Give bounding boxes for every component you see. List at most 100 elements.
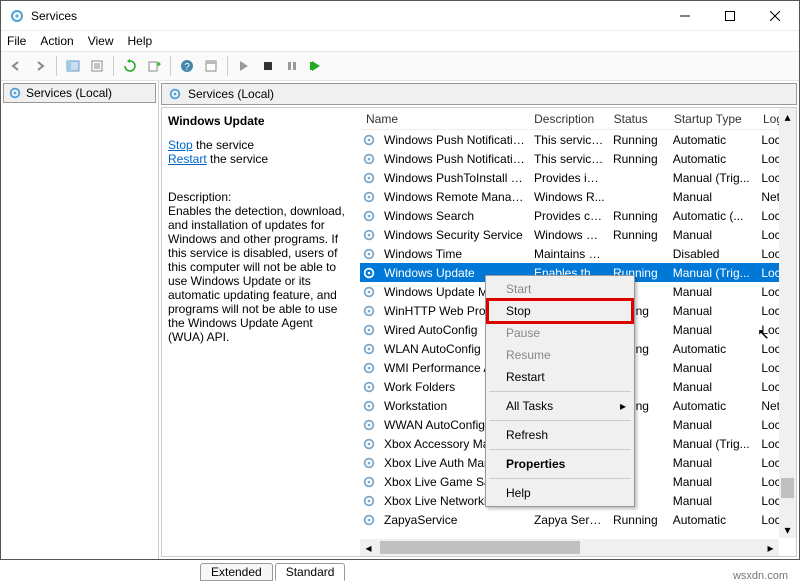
help-button[interactable]: ? [176, 55, 198, 77]
ctx-all-tasks[interactable]: All Tasks▸ [488, 395, 632, 417]
col-startup-type[interactable]: Startup Type [668, 112, 757, 126]
window-title: Services [31, 9, 662, 23]
ctx-help[interactable]: Help [488, 482, 632, 504]
service-gear-icon [362, 171, 376, 185]
cell-name: Windows Remote Manage... [380, 190, 530, 204]
tab-extended[interactable]: Extended [200, 563, 273, 581]
pause-service-button[interactable] [281, 55, 303, 77]
service-gear-icon [362, 399, 376, 413]
scroll-right-icon[interactable]: ▸ [762, 539, 779, 556]
cell-description: Provides inf... [530, 171, 609, 185]
menu-file[interactable]: File [7, 34, 26, 48]
col-name[interactable]: Name [360, 112, 528, 126]
services-icon [8, 86, 22, 100]
service-gear-icon [362, 247, 376, 261]
titlebar: Services [1, 1, 799, 31]
service-row[interactable]: ZapyaServiceZapya ServiceRunningAutomati… [360, 510, 796, 529]
cell-description: Maintains d... [530, 247, 609, 261]
service-row[interactable]: Windows TimeMaintains d...DisabledLoca [360, 244, 796, 263]
service-row[interactable]: Windows SearchProvides co...RunningAutom… [360, 206, 796, 225]
cell-name: Windows Push Notification... [380, 133, 530, 147]
show-hide-tree-button[interactable] [62, 55, 84, 77]
ctx-stop[interactable]: Stop [488, 300, 632, 322]
ctx-restart[interactable]: Restart [488, 366, 632, 388]
cell-description: Provides co... [530, 209, 609, 223]
ctx-refresh[interactable]: Refresh [488, 424, 632, 446]
ctx-pause: Pause [488, 322, 632, 344]
cell-status: Running [609, 513, 669, 527]
description-label: Description: [168, 190, 350, 204]
cell-status: Running [609, 228, 669, 242]
service-gear-icon [362, 361, 376, 375]
toolbar: ? [1, 51, 799, 81]
start-service-button[interactable] [233, 55, 255, 77]
cell-startup: Automatic [669, 133, 758, 147]
cell-startup: Automatic (... [669, 209, 758, 223]
service-row[interactable]: Windows Security ServiceWindows Se...Run… [360, 225, 796, 244]
properties-button[interactable] [200, 55, 222, 77]
stop-service-link[interactable]: Stop [168, 138, 193, 152]
menu-help[interactable]: Help [128, 34, 153, 48]
vscroll-thumb[interactable] [781, 478, 794, 498]
refresh-button[interactable] [119, 55, 141, 77]
service-detail-panel: Windows Update Stop the service Restart … [162, 108, 360, 556]
watermark: wsxdn.com [733, 570, 788, 582]
cell-startup: Manual [669, 323, 758, 337]
services-icon [168, 87, 182, 101]
service-gear-icon [362, 513, 376, 527]
scroll-down-icon[interactable]: ▾ [779, 521, 796, 538]
close-button[interactable] [752, 1, 797, 30]
cell-description: This service ... [530, 152, 609, 166]
context-menu: Start Stop Pause Resume Restart All Task… [485, 275, 635, 507]
cell-startup: Manual (Trig... [669, 437, 758, 451]
menu-view[interactable]: View [88, 34, 114, 48]
cell-startup: Manual (Trig... [669, 266, 758, 280]
col-description[interactable]: Description [528, 112, 607, 126]
forward-button[interactable] [29, 55, 51, 77]
cell-name: ZapyaService [380, 513, 530, 527]
service-row[interactable]: Windows PushToInstall Serv...Provides in… [360, 168, 796, 187]
services-window: Services File Action View Help ? [0, 0, 800, 560]
cell-name: Windows Security Service [380, 228, 530, 242]
view-tabs: Extended Standard [160, 560, 798, 580]
cell-status: Running [609, 133, 669, 147]
export-button[interactable] [143, 55, 165, 77]
service-gear-icon [362, 494, 376, 508]
col-status[interactable]: Status [608, 112, 668, 126]
service-row[interactable]: Windows Remote Manage...Windows R...Manu… [360, 187, 796, 206]
service-gear-icon [362, 437, 376, 451]
horizontal-scrollbar[interactable]: ◂ ▸ [360, 539, 779, 556]
ctx-properties[interactable]: Properties [488, 453, 632, 475]
service-row[interactable]: Windows Push Notification...This service… [360, 130, 796, 149]
cell-startup: Manual [669, 475, 758, 489]
maximize-button[interactable] [707, 1, 752, 30]
minimize-button[interactable] [662, 1, 707, 30]
submenu-arrow-icon: ▸ [620, 399, 626, 413]
restart-service-link[interactable]: Restart [168, 152, 207, 166]
service-gear-icon [362, 475, 376, 489]
service-gear-icon [362, 418, 376, 432]
hscroll-thumb[interactable] [380, 541, 580, 554]
export-list-button[interactable] [86, 55, 108, 77]
vertical-scrollbar[interactable]: ▴ ▾ [779, 108, 796, 538]
menu-action[interactable]: Action [40, 34, 73, 48]
restart-service-button[interactable] [305, 55, 327, 77]
scroll-up-icon[interactable]: ▴ [779, 108, 796, 125]
service-gear-icon [362, 228, 376, 242]
ctx-start: Start [488, 278, 632, 300]
cell-description: Windows R... [530, 190, 609, 204]
console-tree-item-services-local[interactable]: Services (Local) [3, 83, 156, 103]
scroll-left-icon[interactable]: ◂ [360, 539, 377, 556]
cell-startup: Manual [669, 456, 758, 470]
service-gear-icon [362, 456, 376, 470]
tab-standard[interactable]: Standard [275, 563, 346, 581]
service-row[interactable]: Windows Push Notification...This service… [360, 149, 796, 168]
cell-description: Windows Se... [530, 228, 609, 242]
cell-name: Windows Time [380, 247, 530, 261]
back-button[interactable] [5, 55, 27, 77]
restart-service-link-line: Restart the service [168, 152, 350, 166]
stop-service-button[interactable] [257, 55, 279, 77]
cell-startup: Automatic [669, 152, 758, 166]
cell-startup: Manual (Trig... [669, 171, 758, 185]
service-gear-icon [362, 190, 376, 204]
